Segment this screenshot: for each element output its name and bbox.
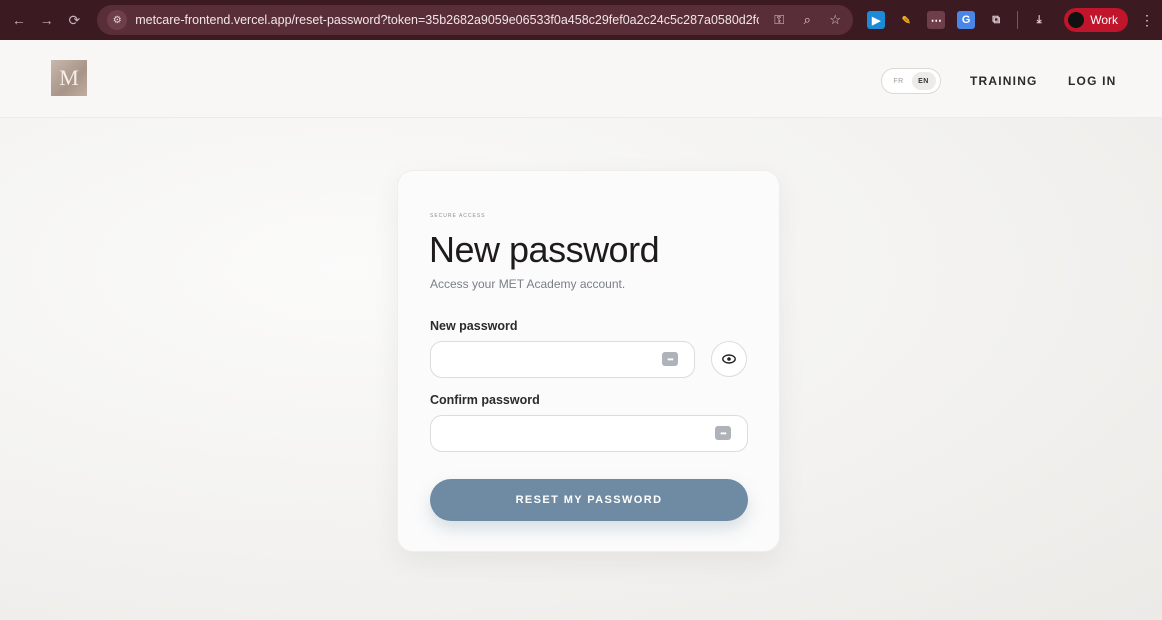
extension-play-icon[interactable]: ▶ (867, 11, 886, 29)
address-bar[interactable]: ⚙ metcare-frontend.vercel.app/reset-pass… (97, 5, 854, 35)
back-icon[interactable]: ← (8, 9, 30, 31)
reload-icon[interactable]: ⟳ (63, 9, 85, 31)
page-title: New password (429, 229, 660, 270)
confirm-password-label: Confirm password (430, 393, 540, 407)
language-toggle[interactable]: FR EN (881, 68, 941, 94)
password-key-icon[interactable]: ⚿ (771, 12, 787, 28)
profile-label: Work (1090, 13, 1118, 27)
lang-fr[interactable]: FR (887, 72, 911, 90)
show-password-button[interactable] (711, 341, 747, 377)
extension-dots-icon[interactable]: ⋯ (927, 11, 946, 29)
reset-password-card: SECURE ACCESS New password Access your M… (397, 170, 780, 552)
eye-icon (722, 354, 736, 364)
extensions-puzzle-icon[interactable]: ⧉ (987, 11, 1005, 29)
extension-translate-icon[interactable]: G (957, 11, 976, 29)
reset-password-button[interactable]: RESET MY PASSWORD (430, 479, 748, 521)
site-info-icon[interactable]: ⚙ (107, 10, 128, 30)
extension-pen-icon[interactable]: ✎ (897, 11, 915, 29)
site-logo[interactable]: M (51, 60, 87, 96)
site-header: M FR EN TRAINING LOG IN (0, 40, 1162, 118)
download-icon[interactable]: ⤓ (1030, 11, 1048, 29)
logo-letter: M (59, 65, 79, 90)
nav-training[interactable]: TRAINING (970, 74, 1038, 88)
nav-login[interactable]: LOG IN (1068, 74, 1117, 88)
toolbar-divider (1017, 11, 1019, 29)
profile-button[interactable]: Work (1064, 8, 1128, 32)
url-text[interactable]: metcare-frontend.vercel.app/reset-passwo… (135, 13, 759, 27)
confirm-password-field[interactable]: ••• (430, 415, 748, 452)
profile-avatar (1068, 12, 1085, 28)
menu-kebab-icon[interactable]: ⋮ (1140, 12, 1154, 29)
forward-icon[interactable]: → (36, 9, 58, 31)
new-password-field[interactable]: ••• (430, 341, 695, 378)
zoom-icon[interactable]: ⌕ (799, 12, 815, 28)
lang-en[interactable]: EN (911, 72, 936, 90)
page-subtitle: Access your MET Academy account. (430, 277, 626, 291)
bookmark-star-icon[interactable]: ☆ (827, 12, 843, 28)
password-manager-icon[interactable]: ••• (715, 426, 731, 440)
browser-toolbar: ← → ⟳ ⚙ metcare-frontend.vercel.app/rese… (0, 0, 1162, 40)
password-manager-icon[interactable]: ••• (662, 352, 678, 366)
eyebrow-label: SECURE ACCESS (430, 213, 486, 219)
new-password-label: New password (430, 319, 518, 333)
